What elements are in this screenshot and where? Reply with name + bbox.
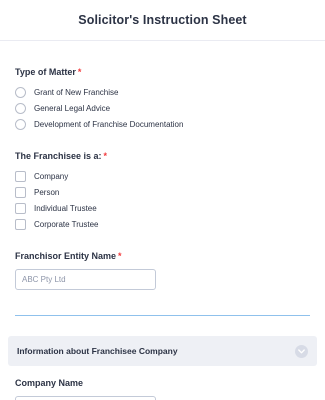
collapse-section-title: Information about Franchisee Company — [17, 346, 178, 356]
checkbox[interactable] — [15, 170, 26, 182]
checkbox[interactable] — [15, 202, 26, 214]
required-asterisk: * — [118, 251, 122, 261]
company-name-label: Company Name — [15, 378, 84, 388]
checkbox[interactable] — [15, 186, 26, 198]
checkbox-option-individual-trustee[interactable]: Individual Trustee — [15, 200, 310, 216]
checkbox-option-label: Company — [34, 171, 69, 181]
radio-option-label: Development of Franchise Documentation — [34, 119, 184, 129]
radio-button[interactable] — [15, 118, 26, 130]
radio-button[interactable] — [15, 102, 26, 114]
checkbox-option-label: Corporate Trustee — [34, 219, 99, 229]
company-name-input[interactable] — [15, 396, 156, 400]
required-asterisk: * — [103, 151, 108, 161]
checkbox-option-label: Person — [34, 187, 60, 197]
radio-button[interactable] — [15, 86, 26, 98]
radio-option-grant-new-franchise[interactable]: Grant of New Franchise — [15, 84, 310, 100]
type-of-matter-field: Type of Matter * Grant of New Franchise G… — [15, 67, 310, 132]
checkbox-option-corporate-trustee[interactable]: Corporate Trustee — [15, 216, 310, 232]
radio-option-label: General Legal Advice — [34, 103, 111, 113]
radio-option-general-legal-advice[interactable]: General Legal Advice — [15, 100, 310, 116]
form-title: Solicitor's Instruction Sheet — [78, 13, 247, 27]
checkbox-option-label: Individual Trustee — [34, 203, 97, 213]
franchisor-entity-field: Franchisor Entity Name * — [15, 251, 310, 290]
checkbox-option-company[interactable]: Company — [15, 168, 310, 184]
required-asterisk: * — [77, 67, 82, 77]
collapse-section-franchisee-company[interactable]: Information about Franchisee Company — [8, 336, 317, 366]
checkbox-option-person[interactable]: Person — [15, 184, 310, 200]
type-of-matter-label: Type of Matter * — [15, 67, 82, 77]
franchisor-entity-input[interactable] — [15, 269, 156, 290]
franchisee-type-label: The Franchisee is a: * — [15, 151, 108, 161]
franchisee-type-field: The Franchisee is a: * Company Person Ind… — [15, 151, 310, 232]
form-header: Solicitor's Instruction Sheet — [0, 0, 325, 41]
section-divider — [15, 315, 310, 316]
chevron-down-icon[interactable] — [295, 344, 308, 358]
company-name-field: Company Name — [15, 378, 310, 400]
radio-option-development-franchise-docs[interactable]: Development of Franchise Documentation — [15, 116, 310, 132]
franchisor-entity-label: Franchisor Entity Name * — [15, 251, 122, 261]
checkbox[interactable] — [15, 218, 26, 230]
radio-option-label: Grant of New Franchise — [34, 87, 119, 97]
